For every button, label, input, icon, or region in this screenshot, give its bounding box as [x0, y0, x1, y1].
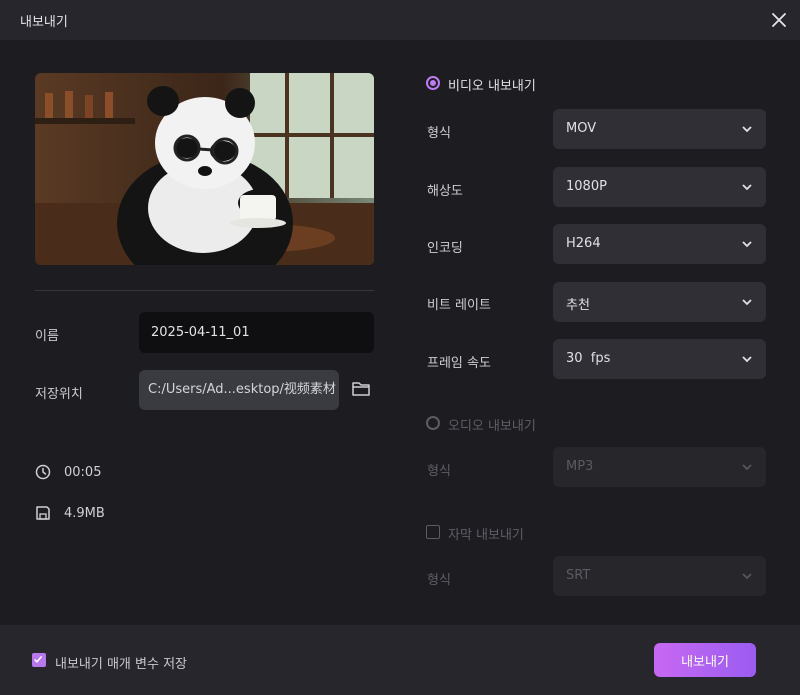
framerate-label: 프레임 속도	[427, 356, 491, 371]
save-params-label: 내보내기 매개 변수 저장	[55, 657, 187, 672]
subtitle-export-checkbox[interactable]	[426, 525, 440, 539]
encoding-select[interactable]: H264	[553, 224, 766, 264]
chevron-down-icon	[742, 573, 752, 580]
audio-export-label: 오디오 내보내기	[448, 419, 536, 434]
chevron-down-icon	[742, 241, 752, 248]
audio-format-value: MP3	[566, 459, 594, 474]
resolution-label: 해상도	[427, 184, 463, 199]
subtitle-format-value: SRT	[566, 568, 591, 583]
subtitle-format-select: SRT	[553, 556, 766, 596]
save-disk-icon	[36, 506, 50, 520]
format-value: MOV	[566, 121, 597, 136]
encoding-label: 인코딩	[427, 241, 463, 256]
divider	[35, 290, 374, 291]
bitrate-value: 추천	[566, 298, 590, 313]
chevron-down-icon	[742, 356, 752, 363]
format-label: 형식	[427, 126, 451, 141]
folder-icon	[352, 382, 370, 396]
subtitle-export-label: 자막 내보내기	[448, 528, 524, 543]
file-size-value: 4.9MB	[64, 506, 105, 521]
title-bar: 내보내기	[0, 0, 800, 40]
framerate-select[interactable]: 30 fps	[553, 339, 766, 379]
checkmark-icon	[34, 655, 43, 664]
audio-format-select: MP3	[553, 447, 766, 487]
save-location-field[interactable]: C:/Users/Ad...esktop/视频素材	[139, 370, 339, 410]
bitrate-label: 비트 레이트	[427, 298, 491, 313]
dialog-title: 내보내기	[20, 15, 68, 30]
encoding-value: H264	[566, 236, 601, 251]
chevron-down-icon	[742, 184, 752, 191]
bitrate-select[interactable]: 추천	[553, 282, 766, 322]
resolution-value: 1080P	[566, 179, 607, 194]
duration-value: 00:05	[64, 465, 102, 480]
save-location-label: 저장위치	[35, 387, 83, 402]
close-button[interactable]	[768, 9, 790, 31]
format-select[interactable]: MOV	[553, 109, 766, 149]
video-export-label: 비디오 내보내기	[448, 79, 536, 94]
audio-export-radio[interactable]	[426, 416, 440, 430]
chevron-down-icon	[742, 299, 752, 306]
name-label: 이름	[35, 329, 59, 344]
export-button[interactable]: 내보내기	[654, 643, 756, 677]
subtitle-format-label: 형식	[427, 573, 451, 588]
framerate-value: 30 fps	[566, 351, 611, 366]
chevron-down-icon	[742, 464, 752, 471]
browse-folder-button[interactable]	[351, 380, 371, 398]
video-preview-thumbnail	[35, 73, 374, 265]
filename-input[interactable]	[139, 312, 374, 353]
chevron-down-icon	[742, 126, 752, 133]
audio-format-label: 형식	[427, 464, 451, 479]
close-icon	[772, 13, 786, 27]
resolution-select[interactable]: 1080P	[553, 167, 766, 207]
video-export-radio[interactable]	[426, 76, 440, 90]
clock-icon	[35, 464, 51, 480]
save-params-checkbox[interactable]	[32, 653, 46, 667]
